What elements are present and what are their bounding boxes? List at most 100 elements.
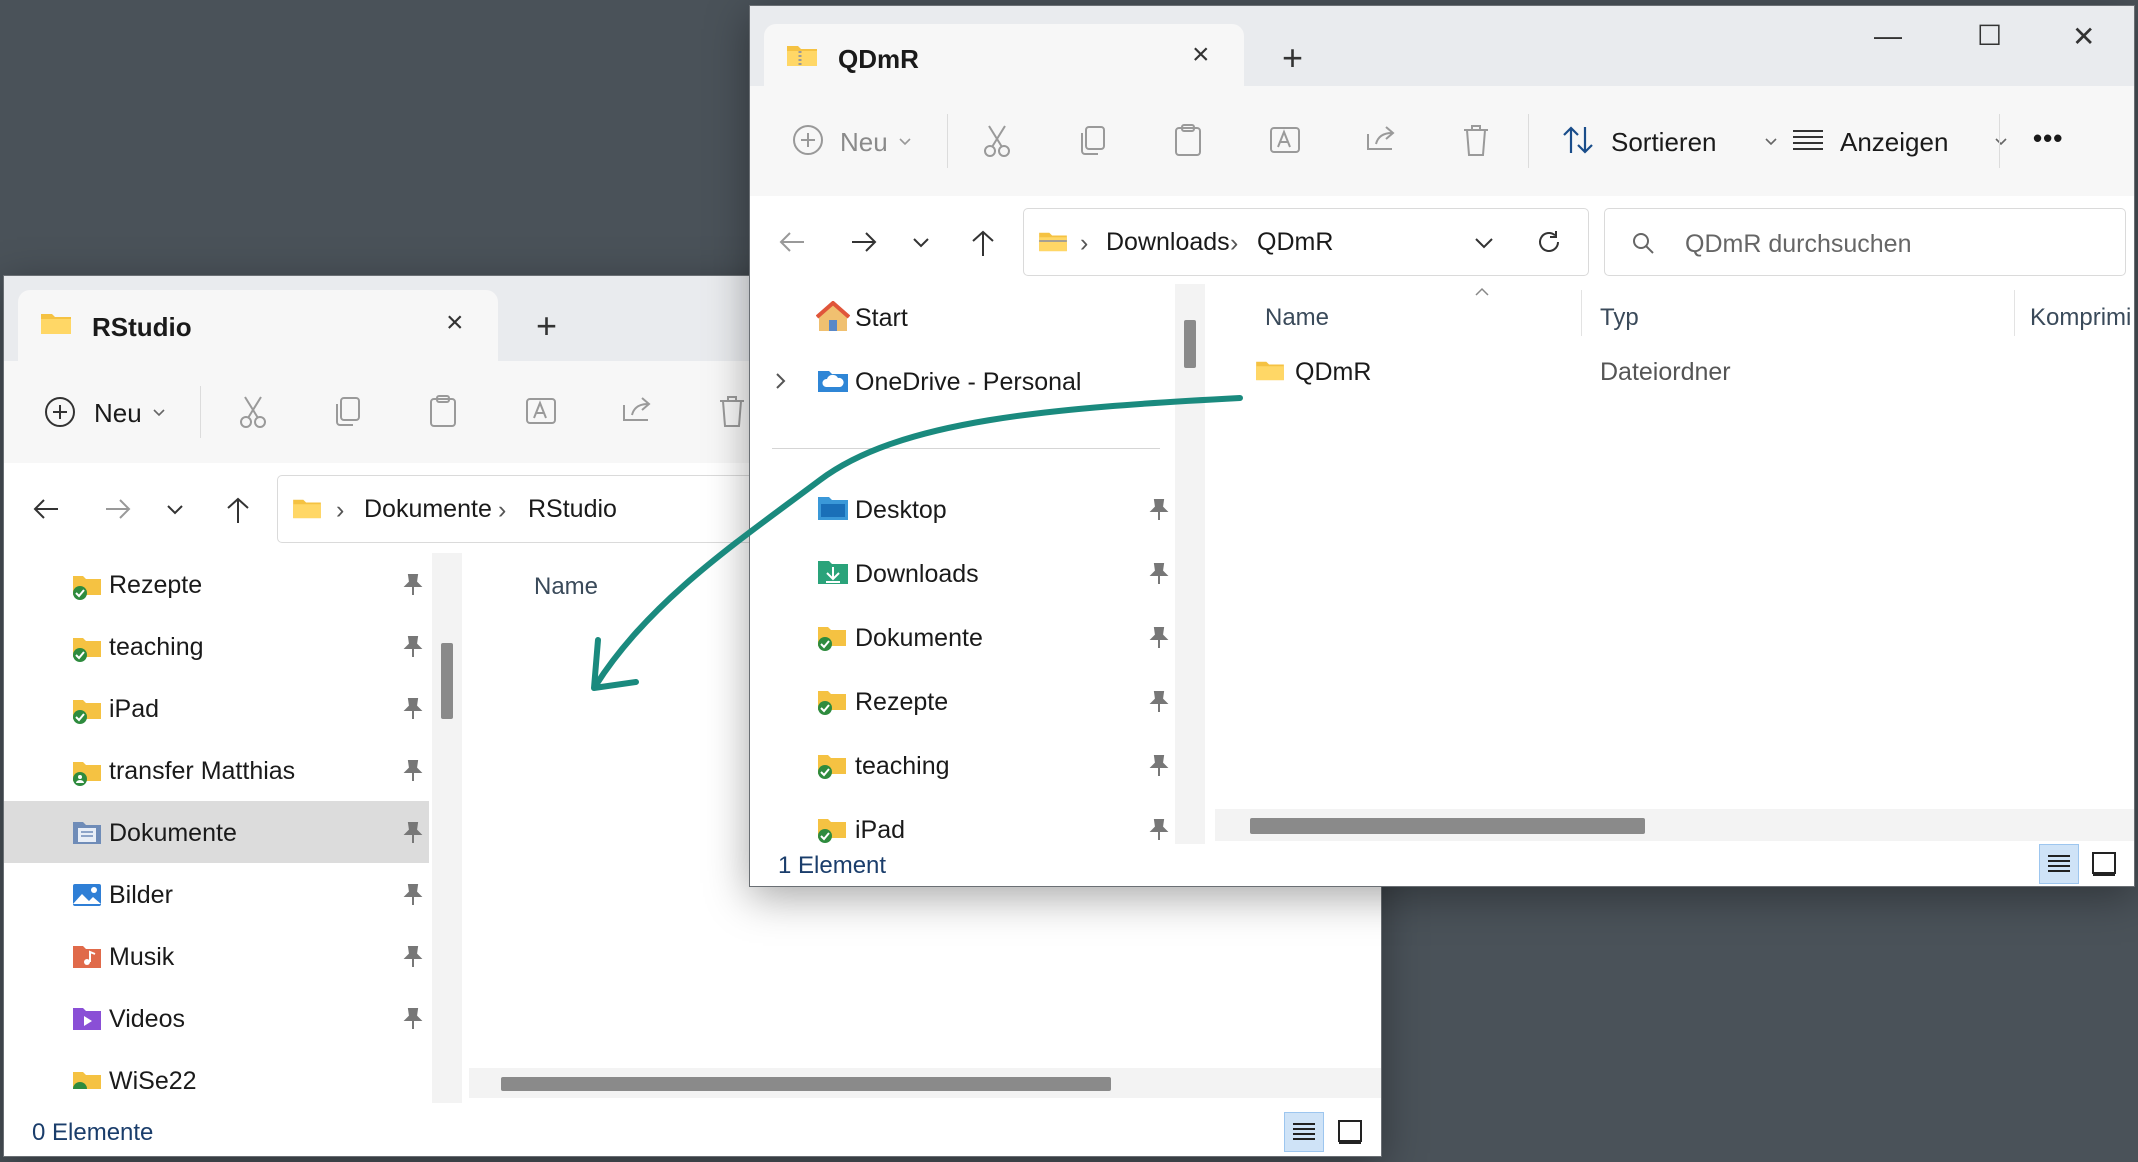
breadcrumb-downloads[interactable]: Downloads [1106, 228, 1230, 257]
table-row[interactable]: QDmR Dateiordner [1215, 346, 2134, 394]
sidebar-item-wise22[interactable]: WiSe22 [4, 1049, 429, 1089]
pin-icon[interactable] [402, 573, 424, 602]
horizontal-scrollbar[interactable] [1215, 809, 2134, 841]
cut-icon[interactable] [237, 395, 269, 434]
sidebar-item-transfer-matthias[interactable]: transfer Matthias [4, 739, 429, 801]
copy-icon[interactable] [332, 395, 362, 432]
sidebar-item-teaching[interactable]: teaching [4, 615, 429, 677]
breadcrumb-dokumente[interactable]: Dokumente [364, 495, 492, 524]
sidebar-item-onedrive[interactable]: OneDrive - Personal [750, 350, 1170, 412]
column-header-type[interactable]: Typ [1600, 304, 1639, 332]
search-box[interactable]: QDmR durchsuchen [1604, 208, 2126, 276]
column-header-name[interactable]: Name [1265, 304, 1329, 332]
address-bar[interactable]: › Downloads › QDmR [1023, 208, 1589, 276]
right-tab[interactable]: QDmR × [764, 24, 1244, 86]
forward-icon[interactable] [850, 230, 878, 259]
new-tab-icon[interactable]: + [1282, 40, 1303, 76]
sort-button[interactable]: Sortieren [1611, 127, 1717, 158]
paste-icon[interactable] [1173, 123, 1203, 162]
new-plus-icon[interactable] [44, 396, 76, 433]
delete-icon[interactable] [717, 394, 747, 433]
breadcrumb-qdmr[interactable]: QDmR [1257, 228, 1333, 257]
close-tab-icon[interactable]: × [446, 308, 464, 338]
horizontal-scroll-thumb[interactable] [1250, 818, 1645, 834]
pin-icon[interactable] [402, 697, 424, 726]
maximize-button[interactable]: ☐ [1977, 19, 2002, 52]
pin-icon[interactable] [1148, 498, 1170, 527]
sort-icon[interactable] [1562, 125, 1594, 160]
up-icon[interactable] [970, 229, 996, 262]
sidebar-item-videos[interactable]: Videos [4, 987, 429, 1049]
chevron-down-icon[interactable] [1994, 134, 2008, 152]
back-icon[interactable] [778, 230, 806, 259]
sidebar-item-dokumente[interactable]: Dokumente [4, 801, 429, 863]
address-dropdown-icon[interactable] [1474, 236, 1494, 254]
new-tab-icon[interactable]: + [536, 308, 557, 344]
horizontal-scroll-thumb[interactable] [501, 1077, 1111, 1091]
pin-icon[interactable] [402, 1007, 424, 1036]
share-icon[interactable] [620, 395, 654, 430]
sidebar-item-teaching[interactable]: teaching [750, 734, 1170, 796]
sidebar-item-musik[interactable]: Musik [4, 925, 429, 987]
recent-chevron-icon[interactable] [166, 503, 184, 521]
column-header-name[interactable]: Name [534, 573, 598, 601]
sidebar-item-rezepte[interactable]: Rezepte [4, 553, 429, 615]
pin-icon[interactable] [402, 945, 424, 974]
view-button[interactable]: Anzeigen [1840, 127, 1948, 158]
pin-icon[interactable] [402, 883, 424, 912]
new-plus-icon[interactable] [792, 124, 824, 161]
sidebar-item-ipad[interactable]: iPad [4, 677, 429, 739]
cut-icon[interactable] [981, 124, 1013, 163]
sidebar-item-bilder[interactable]: Bilder [4, 863, 429, 925]
sidebar-scrollbar[interactable] [432, 553, 462, 1103]
new-button[interactable]: Neu [94, 398, 142, 429]
sidebar-item-rezepte[interactable]: Rezepte [750, 670, 1170, 732]
details-view-button[interactable] [1284, 1112, 1324, 1152]
copy-icon[interactable] [1077, 124, 1107, 161]
pin-icon[interactable] [1148, 818, 1170, 844]
forward-icon[interactable] [104, 497, 132, 526]
more-options-button[interactable]: ••• [2033, 123, 2063, 154]
paste-icon[interactable] [428, 394, 458, 433]
close-tab-icon[interactable]: × [1192, 40, 1210, 70]
sidebar-scroll-thumb[interactable] [441, 643, 453, 719]
refresh-icon[interactable] [1536, 229, 1562, 260]
horizontal-scrollbar[interactable] [469, 1068, 1381, 1098]
new-button[interactable]: Neu [840, 127, 888, 158]
pin-icon[interactable] [402, 635, 424, 664]
tiles-view-button[interactable] [1330, 1112, 1370, 1152]
delete-icon[interactable] [1461, 123, 1491, 162]
details-view-button[interactable] [2039, 844, 2079, 884]
documents-icon [71, 819, 103, 852]
back-icon[interactable] [32, 497, 60, 526]
sidebar-item-downloads[interactable]: Downloads [750, 542, 1170, 604]
pin-icon[interactable] [402, 821, 424, 850]
rename-icon[interactable] [524, 394, 558, 433]
pin-icon[interactable] [402, 759, 424, 788]
rename-icon[interactable] [1268, 123, 1302, 162]
chevron-down-icon[interactable] [1764, 134, 1778, 152]
up-icon[interactable] [225, 496, 251, 529]
pin-icon[interactable] [1148, 754, 1170, 783]
pin-icon[interactable] [1148, 690, 1170, 719]
left-tab[interactable]: RStudio × [18, 290, 498, 361]
chevron-down-icon[interactable] [152, 405, 166, 423]
share-icon[interactable] [1364, 124, 1398, 159]
view-lines-icon[interactable] [1791, 128, 1825, 157]
chevron-down-icon[interactable] [898, 134, 912, 152]
pin-icon[interactable] [1148, 562, 1170, 591]
sidebar-scroll-thumb[interactable] [1184, 320, 1196, 368]
close-window-button[interactable]: ✕ [2072, 20, 2095, 53]
tiles-view-button[interactable] [2084, 844, 2124, 884]
sidebar-item-ipad[interactable]: iPad [750, 798, 1170, 844]
expand-chevron-icon[interactable] [775, 372, 787, 395]
recent-chevron-icon[interactable] [912, 236, 930, 254]
pin-icon[interactable] [1148, 626, 1170, 655]
breadcrumb-rstudio[interactable]: RStudio [528, 495, 617, 524]
sidebar-item-dokumente[interactable]: Dokumente [750, 606, 1170, 668]
sidebar-scrollbar[interactable] [1175, 284, 1205, 844]
sidebar-item-start[interactable]: Start [750, 286, 1170, 348]
column-header-compressed[interactable]: Komprimi [2030, 304, 2131, 332]
sidebar-item-desktop[interactable]: Desktop [750, 478, 1170, 540]
minimize-button[interactable]: — [1874, 20, 1902, 52]
